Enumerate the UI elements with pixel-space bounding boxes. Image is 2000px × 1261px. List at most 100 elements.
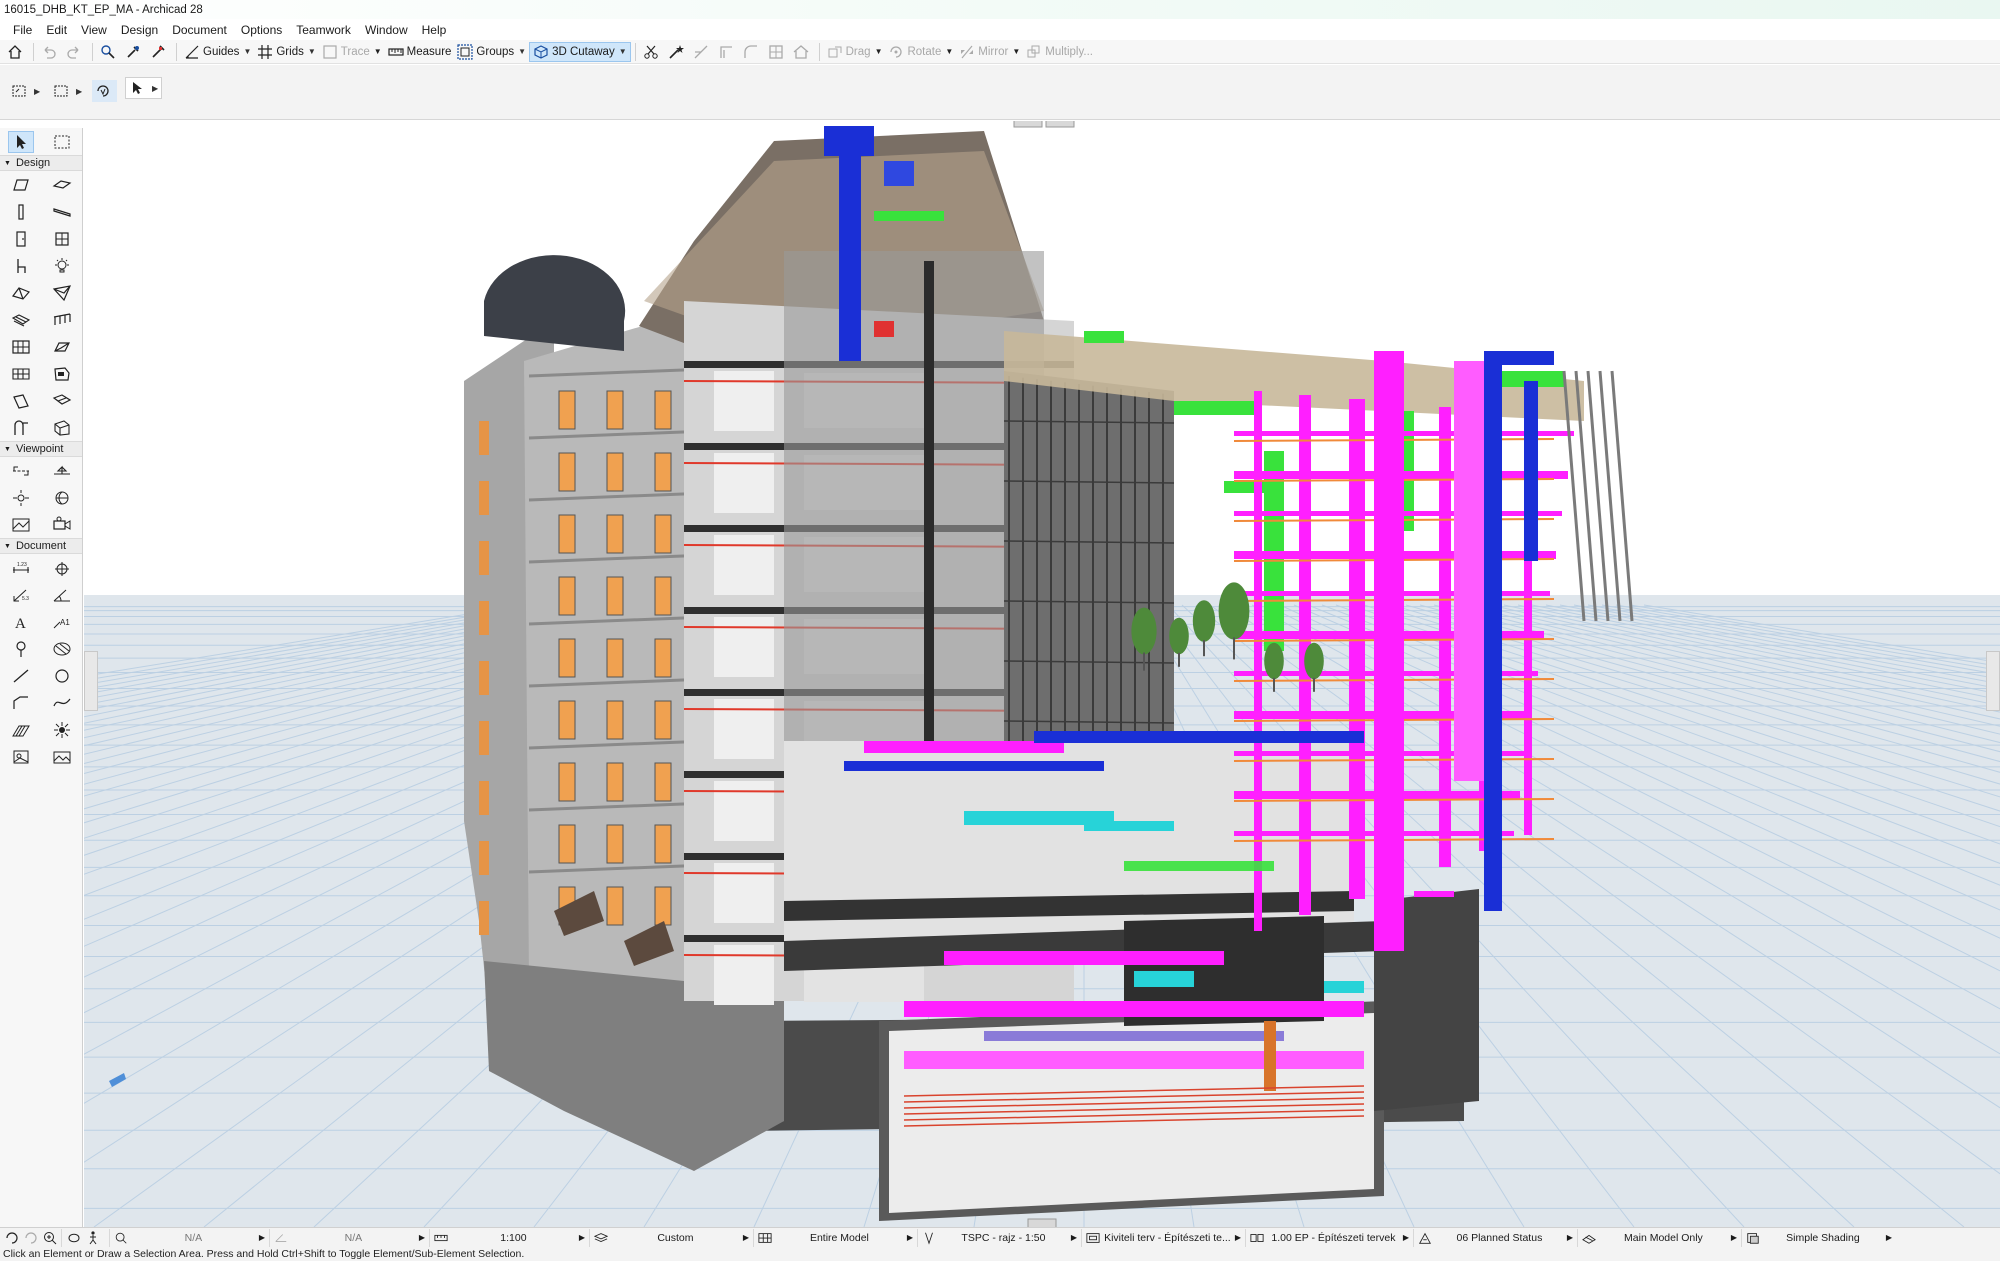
opening-tool[interactable] (49, 390, 75, 412)
chevron-down-icon[interactable]: ▼ (518, 47, 526, 56)
explore-icon[interactable] (23, 1230, 39, 1246)
menu-document[interactable]: Document (165, 21, 234, 39)
elevation-tool[interactable] (49, 460, 75, 482)
measure-button[interactable]: Measure (385, 42, 455, 62)
beam-tool[interactable] (49, 201, 75, 223)
chevron-down-icon[interactable]: ▼ (308, 47, 316, 56)
arc-tool[interactable] (49, 665, 75, 687)
radial-dimension-tool[interactable]: 5.3 (8, 584, 34, 606)
3d-model-view[interactable] (84, 121, 2000, 1227)
roof-tool[interactable] (8, 282, 34, 304)
stair-tool[interactable] (8, 309, 34, 331)
3d-cutaway-button[interactable]: 3D Cutaway ▼ (529, 41, 631, 62)
label-tool[interactable]: A1 (49, 611, 75, 633)
slab-tool[interactable] (49, 174, 75, 196)
orbit-icon[interactable] (4, 1230, 20, 1246)
chevron-down-icon[interactable]: ▼ (875, 47, 883, 56)
level-dimension-tool[interactable] (49, 557, 75, 579)
mesh-tool[interactable] (8, 363, 34, 385)
mep-tool[interactable] (8, 417, 34, 439)
polyline-tool[interactable] (8, 692, 34, 714)
section-marker[interactable] (1013, 121, 1043, 128)
home-button[interactable] (4, 42, 29, 62)
arrow-tool[interactable] (7, 130, 34, 153)
hotspot-tool[interactable] (8, 719, 34, 741)
toolbox-section-document[interactable]: ▼ Document (0, 538, 82, 554)
toolbox-section-viewpoint[interactable]: ▼ Viewpoint (0, 441, 82, 457)
roof-trim-button[interactable] (790, 42, 815, 62)
camera-tool[interactable] (49, 514, 75, 536)
column-tool[interactable] (8, 201, 34, 223)
pen-set-field[interactable]: TSPC - rajz - 1:50 ▶ (918, 1228, 1082, 1247)
menu-window[interactable]: Window (358, 21, 415, 39)
mirror-button[interactable]: Mirror ▼ (956, 42, 1023, 62)
chevron-down-icon[interactable]: ▼ (1012, 47, 1020, 56)
figure-tool[interactable] (49, 719, 75, 741)
menu-file[interactable]: File (6, 21, 39, 39)
graphic-override-field[interactable]: Kiviteli terv - Építészeti te... ▶ (1082, 1228, 1246, 1247)
renovation-filter-field[interactable]: 06 Planned Status ▶ (1414, 1228, 1578, 1247)
curtain-wall-tool[interactable] (8, 336, 34, 358)
object-tool[interactable] (8, 255, 34, 277)
menu-design[interactable]: Design (114, 21, 165, 39)
trim-button[interactable] (640, 42, 665, 62)
chevron-down-icon[interactable]: ▼ (243, 47, 251, 56)
section-tool[interactable] (8, 460, 34, 482)
line-tool[interactable] (8, 665, 34, 687)
section-marker[interactable] (1045, 121, 1075, 128)
info-geometry-method[interactable]: ▶ (8, 80, 43, 102)
menu-teamwork[interactable]: Teamwork (289, 21, 358, 39)
rotation-field[interactable]: N/A ▶ (270, 1228, 430, 1247)
morph-tool[interactable] (49, 336, 75, 358)
adjust-button[interactable] (715, 42, 740, 62)
trace-button[interactable]: Trace ▼ (319, 42, 385, 62)
window-tool[interactable] (49, 228, 75, 250)
drawing-tool[interactable] (8, 746, 34, 768)
toolbox-section-design[interactable]: ▼ Design (0, 155, 82, 171)
intersect-button[interactable] (765, 42, 790, 62)
dimension-field[interactable]: 1.00 EP - Építészeti tervek ▶ (1246, 1228, 1414, 1247)
3d-style-field[interactable]: Simple Shading ▶ (1742, 1229, 1896, 1247)
structural-display-field[interactable]: Main Model Only ▶ (1578, 1228, 1742, 1247)
menu-view[interactable]: View (74, 21, 114, 39)
spline-tool[interactable] (49, 692, 75, 714)
change-tool[interactable] (8, 638, 34, 660)
guides-button[interactable]: Guides ▼ (181, 42, 254, 62)
skylight-tool[interactable] (8, 390, 34, 412)
chevron-down-icon[interactable]: ▼ (619, 47, 627, 56)
dimension-tool[interactable]: 1.23 (8, 557, 34, 579)
shell-tool[interactable] (49, 282, 75, 304)
redo-button[interactable] (63, 42, 88, 62)
3d-window[interactable] (84, 121, 2000, 1227)
find-select-button[interactable] (97, 42, 122, 62)
groups-button[interactable]: Groups ▼ (454, 42, 529, 62)
undo-button[interactable] (38, 42, 63, 62)
detail-tool[interactable] (8, 514, 34, 536)
equipment-tool[interactable] (49, 417, 75, 439)
text-tool[interactable]: A (8, 611, 34, 633)
wall-tool[interactable] (8, 174, 34, 196)
interior-elevation-tool[interactable] (8, 487, 34, 509)
model-view-field[interactable]: Entire Model ▶ (754, 1228, 918, 1247)
marquee-tool[interactable] (49, 131, 75, 153)
pan-icon[interactable] (66, 1230, 82, 1246)
angle-dimension-tool[interactable] (49, 584, 75, 606)
left-edge-handle[interactable] (84, 651, 98, 711)
layer-combination-field[interactable]: Custom ▶ (590, 1228, 754, 1247)
door-tool[interactable] (8, 228, 34, 250)
menu-help[interactable]: Help (415, 21, 454, 39)
rotate-button[interactable]: Rotate ▼ (885, 42, 956, 62)
magic-wand-button[interactable] (665, 42, 690, 62)
info-marquee[interactable]: ▶ (50, 80, 85, 102)
split-button[interactable] (690, 42, 715, 62)
menu-options[interactable]: Options (234, 21, 289, 39)
menu-edit[interactable]: Edit (39, 21, 74, 39)
multiply-button[interactable]: Multiply... (1023, 42, 1096, 62)
worksheet-tool[interactable] (49, 487, 75, 509)
fill-tool[interactable] (49, 638, 75, 660)
lamp-tool[interactable] (49, 255, 75, 277)
zoom-in-icon[interactable] (42, 1230, 58, 1246)
inject-parameters-button[interactable] (147, 42, 172, 62)
info-arrow-tool[interactable]: ▶ (125, 77, 163, 99)
zone-tool[interactable] (49, 363, 75, 385)
